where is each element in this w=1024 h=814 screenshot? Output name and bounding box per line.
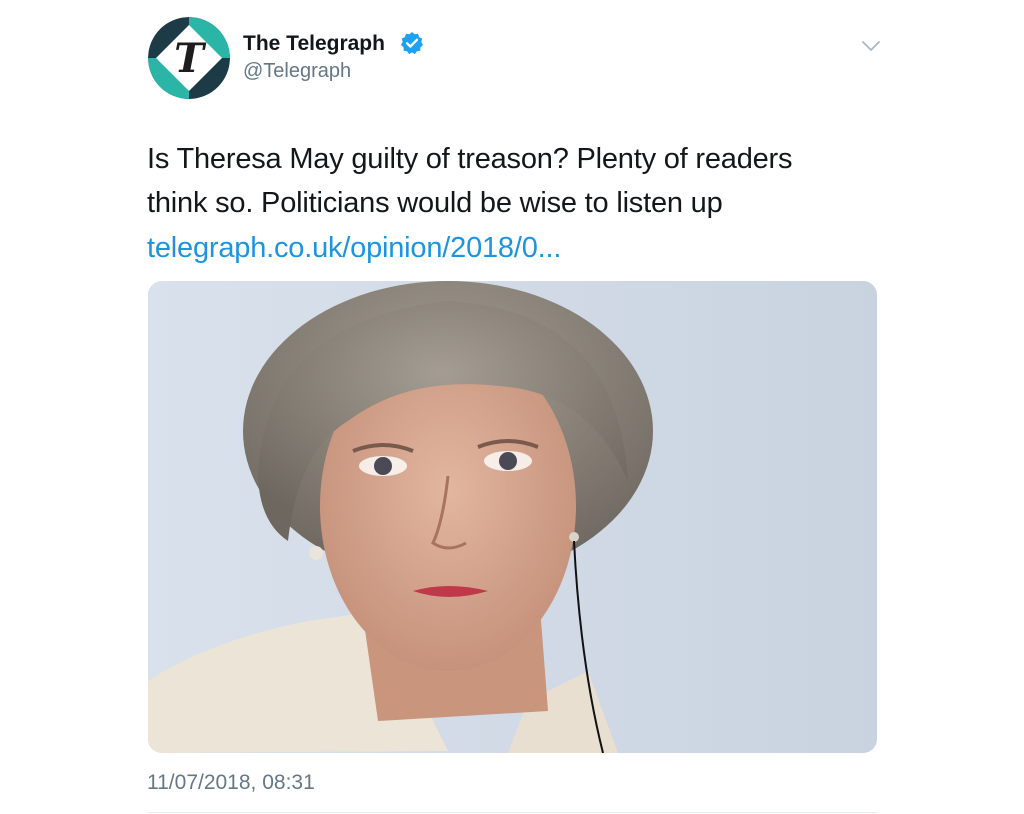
tweet-photo[interactable] <box>148 281 877 753</box>
portrait-photo <box>148 281 877 753</box>
svg-text:T: T <box>174 35 207 82</box>
tweet-text-line: Is Theresa May guilty of treason? Plenty… <box>147 143 793 175</box>
avatar[interactable]: T <box>148 17 230 99</box>
tweet-menu-button[interactable] <box>858 36 884 56</box>
tweet-timestamp[interactable]: 11/07/2018, 08:31 <box>147 770 315 796</box>
verified-badge-icon <box>400 31 424 55</box>
tweet-text: Is Theresa May guilty of treason? Plenty… <box>147 137 887 225</box>
tweet-text-line: think so. Politicians would be wise to l… <box>147 187 723 219</box>
article-link[interactable]: telegraph.co.uk/opinion/2018/0... <box>147 226 561 270</box>
telegraph-logo-icon: T <box>148 17 230 99</box>
author-display-name[interactable]: The Telegraph <box>243 31 385 57</box>
author-handle[interactable]: @Telegraph <box>243 59 351 83</box>
tweet-card: T The Telegraph @Telegraph Is Theresa Ma… <box>0 0 1024 814</box>
chevron-down-icon <box>862 41 880 51</box>
divider <box>148 812 878 813</box>
